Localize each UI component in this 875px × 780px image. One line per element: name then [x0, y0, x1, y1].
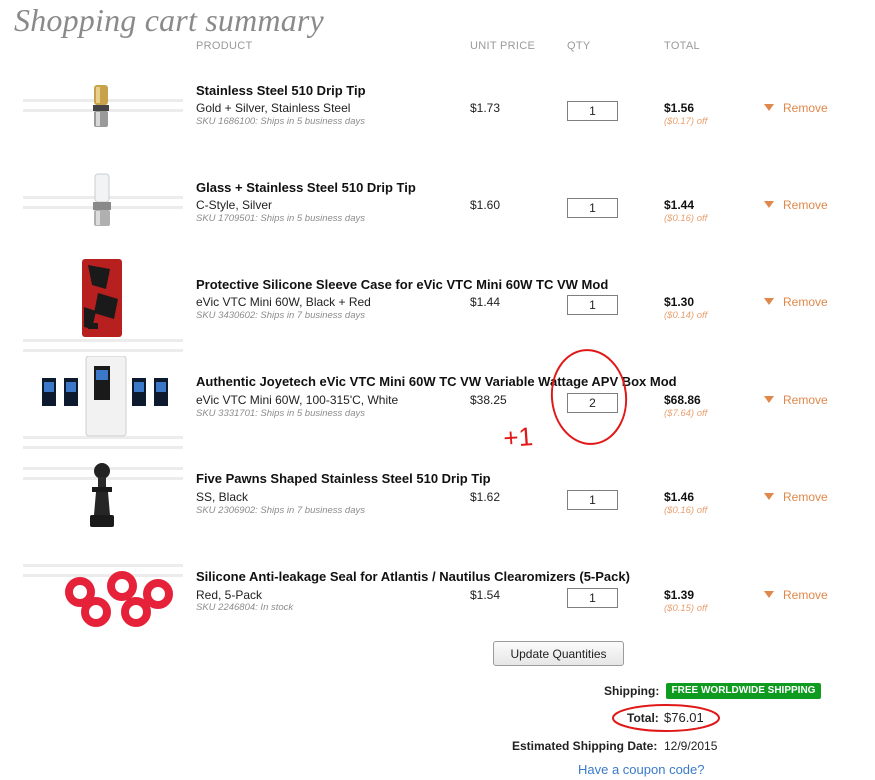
discount-text: ($0.17) off: [664, 116, 708, 127]
remove-label: Remove: [783, 393, 828, 407]
cart-row: Protective Silicone Sleeve Case for eVic…: [0, 259, 875, 356]
unit-price: $1.54: [470, 588, 501, 602]
shipping-label: Shipping:: [604, 684, 660, 698]
triangle-down-icon: [764, 201, 774, 208]
quantity-input[interactable]: [567, 101, 618, 121]
column-header-qty: QTY: [567, 40, 591, 52]
cart-row: Silicone Anti-leakage Seal for Atlantis …: [0, 550, 875, 647]
coupon-code-link[interactable]: Have a coupon code?: [578, 762, 704, 777]
product-name[interactable]: Glass + Stainless Steel 510 Drip Tip: [196, 180, 416, 195]
free-shipping-badge: FREE WORLDWIDE SHIPPING: [666, 683, 821, 699]
remove-label: Remove: [783, 588, 828, 602]
unit-price: $1.60: [470, 198, 501, 212]
line-total: $1.44: [664, 198, 695, 212]
triangle-down-icon: [764, 591, 774, 598]
product-thumbnail: [18, 259, 193, 356]
page-title: Shopping cart summary: [14, 2, 324, 38]
update-quantities-button[interactable]: Update Quantities: [493, 641, 624, 666]
unit-price: $1.62: [470, 490, 501, 504]
cart-row: Stainless Steel 510 Drip Tip Gold + Silv…: [0, 65, 875, 162]
cart-row: Authentic Joyetech eVic VTC Mini 60W TC …: [0, 356, 875, 453]
unit-price: $1.44: [470, 295, 501, 309]
product-thumbnail: [18, 453, 193, 550]
line-total: $68.86: [664, 393, 701, 407]
triangle-down-icon: [764, 396, 774, 403]
column-header-product: PRODUCT: [196, 40, 253, 52]
estimated-shipping-label: Estimated Shipping Date:: [512, 739, 658, 753]
product-variant: eVic VTC Mini 60W, Black + Red: [196, 295, 371, 309]
discount-text: ($0.14) off: [664, 310, 708, 321]
quantity-input[interactable]: [567, 588, 618, 608]
quantity-input[interactable]: [567, 295, 618, 315]
product-thumbnail: [18, 162, 193, 259]
product-sku: SKU 2306902: Ships in 7 business days: [196, 505, 365, 516]
remove-link[interactable]: Remove: [764, 295, 828, 309]
quantity-input[interactable]: [567, 490, 618, 510]
discount-text: ($7.64) off: [664, 408, 708, 419]
line-total: $1.30: [664, 295, 695, 309]
discount-text: ($0.16) off: [664, 505, 708, 516]
column-header-unit-price: UNIT PRICE: [470, 40, 536, 52]
remove-link[interactable]: Remove: [764, 101, 828, 115]
total-label: Total:: [627, 711, 659, 725]
remove-link[interactable]: Remove: [764, 588, 828, 602]
remove-label: Remove: [783, 490, 828, 504]
product-name[interactable]: Silicone Anti-leakage Seal for Atlantis …: [196, 569, 630, 584]
remove-label: Remove: [783, 295, 828, 309]
product-variant: SS, Black: [196, 490, 249, 504]
product-name[interactable]: Authentic Joyetech eVic VTC Mini 60W TC …: [196, 374, 677, 389]
product-name[interactable]: Protective Silicone Sleeve Case for eVic…: [196, 277, 608, 292]
product-sku: SKU 3331701: Ships in 5 business days: [196, 408, 365, 419]
remove-label: Remove: [783, 198, 828, 212]
unit-price: $1.73: [470, 101, 501, 115]
total-value: $76.01: [664, 710, 704, 725]
line-total: $1.56: [664, 101, 695, 115]
remove-link[interactable]: Remove: [764, 393, 828, 407]
product-variant: C-Style, Silver: [196, 198, 273, 212]
product-sku: SKU 1709501: Ships in 5 business days: [196, 213, 365, 224]
discount-text: ($0.15) off: [664, 603, 708, 614]
product-name[interactable]: Stainless Steel 510 Drip Tip: [196, 83, 366, 98]
cart-row: Five Pawns Shaped Stainless Steel 510 Dr…: [0, 453, 875, 550]
quantity-input[interactable]: [567, 198, 618, 218]
product-variant: Gold + Silver, Stainless Steel: [196, 101, 351, 115]
triangle-down-icon: [764, 493, 774, 500]
cart-row: Glass + Stainless Steel 510 Drip Tip C-S…: [0, 162, 875, 259]
remove-link[interactable]: Remove: [764, 490, 828, 504]
product-sku: SKU 1686100: Ships in 5 business days: [196, 116, 365, 127]
product-thumbnail: [18, 356, 193, 453]
remove-label: Remove: [783, 101, 828, 115]
column-header-total: TOTAL: [664, 40, 700, 52]
line-total: $1.46: [664, 490, 695, 504]
discount-text: ($0.16) off: [664, 213, 708, 224]
product-variant: eVic VTC Mini 60W, 100-315'C, White: [196, 393, 399, 407]
product-thumbnail: [18, 65, 193, 162]
product-thumbnail: [18, 550, 193, 647]
product-name[interactable]: Five Pawns Shaped Stainless Steel 510 Dr…: [196, 471, 491, 486]
quantity-input[interactable]: [567, 393, 618, 413]
remove-link[interactable]: Remove: [764, 198, 828, 212]
triangle-down-icon: [764, 298, 774, 305]
triangle-down-icon: [764, 104, 774, 111]
unit-price: $38.25: [470, 393, 507, 407]
estimated-shipping-date: 12/9/2015: [664, 739, 718, 753]
line-total: $1.39: [664, 588, 695, 602]
product-sku: SKU 3430602: Ships in 7 business days: [196, 310, 365, 321]
product-variant: Red, 5-Pack: [196, 588, 263, 602]
product-sku: SKU 2246804: In stock: [196, 602, 294, 613]
